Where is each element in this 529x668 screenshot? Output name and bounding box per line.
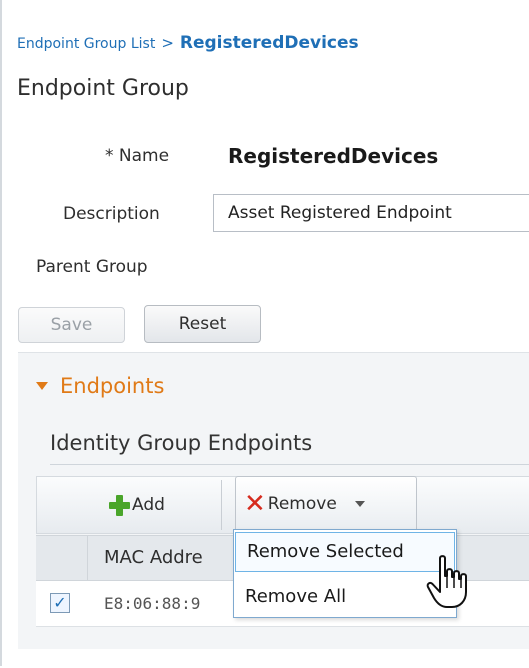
select-column-header <box>36 535 88 581</box>
remove-dropdown-button[interactable]: ✕ Remove <box>235 476 417 532</box>
endpoints-section-toggle[interactable]: Endpoints <box>36 374 164 398</box>
description-field[interactable]: Asset Registered Endpoint <box>213 194 529 232</box>
menu-item-remove-selected[interactable]: Remove Selected <box>235 532 455 572</box>
breadcrumb-link-endpoint-group-list[interactable]: Endpoint Group List <box>17 36 155 52</box>
x-icon: ✕ <box>244 489 266 519</box>
name-value: RegisteredDevices <box>228 144 439 168</box>
row-mac-address: E8:06:88:9 <box>104 594 201 613</box>
chevron-down-icon <box>354 501 365 507</box>
plus-icon <box>108 494 130 516</box>
add-button[interactable]: Add <box>108 490 165 520</box>
remove-button-label: Remove <box>267 494 337 514</box>
add-button-label: Add <box>132 495 165 515</box>
breadcrumb-current: RegisteredDevices <box>179 33 359 53</box>
checkbox-checked-icon[interactable]: ✓ <box>50 593 70 613</box>
name-label: * Name <box>105 146 170 166</box>
menu-item-remove-all[interactable]: Remove All <box>234 576 456 618</box>
identity-group-endpoints-title: Identity Group Endpoints <box>50 431 313 455</box>
remove-dropdown-menu: Remove Selected Remove All <box>233 529 457 618</box>
description-label: Description <box>63 204 160 224</box>
endpoints-section-label: Endpoints <box>60 374 165 398</box>
divider <box>50 464 529 465</box>
page-title: Endpoint Group <box>17 76 189 101</box>
parent-group-label: Parent Group <box>36 257 148 277</box>
toolbar-divider <box>221 480 222 530</box>
hand-pointer-icon <box>426 555 467 608</box>
triangle-down-icon <box>36 382 48 390</box>
breadcrumb-separator: > <box>161 34 174 52</box>
reset-button[interactable]: Reset <box>144 305 261 343</box>
save-button[interactable]: Save <box>18 307 125 343</box>
column-header-mac[interactable]: MAC Addre <box>104 547 203 568</box>
breadcrumb: Endpoint Group List > RegisteredDevices <box>17 33 359 53</box>
